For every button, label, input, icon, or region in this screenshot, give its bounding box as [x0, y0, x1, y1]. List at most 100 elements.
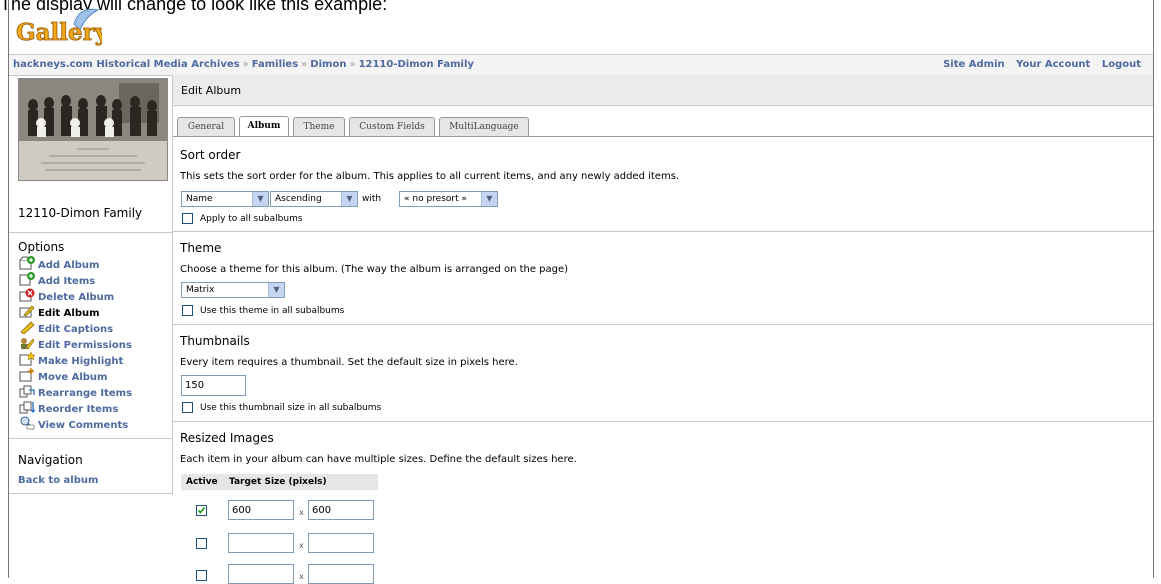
chevron-down-icon: ▼: [341, 192, 357, 206]
rearrange-items-icon: [19, 384, 35, 398]
times-label: x: [299, 541, 304, 550]
sidebar-item-move-album[interactable]: Move Album: [19, 368, 107, 384]
apply-theme-subalbums-label: Use this theme in all subalbums: [200, 306, 345, 316]
gallery-logo[interactable]: Gallery: [14, 6, 109, 50]
sidebar-divider: [9, 232, 173, 233]
breadcrumb-link-families[interactable]: Families: [252, 59, 298, 70]
breadcrumb-link-dimon[interactable]: Dimon: [310, 59, 346, 70]
presort-select[interactable]: « no presort » ▼: [399, 191, 498, 207]
sidebar-item-label: View Comments: [38, 420, 129, 431]
sidebar-item-label: Rearrange Items: [38, 388, 133, 399]
sidebar-item-edit-permissions[interactable]: Edit Permissions: [19, 336, 132, 352]
tab-underline: [173, 136, 1153, 137]
add-items-icon: [19, 272, 35, 286]
breadcrumb-separator: »: [242, 59, 249, 70]
options-heading: Options: [18, 240, 65, 254]
sidebar-item-edit-album[interactable]: Edit Album: [19, 304, 100, 320]
theme-description: Choose a theme for this album. (The way …: [180, 264, 569, 275]
breadcrumb-separator: »: [349, 59, 356, 70]
add-album-icon: [19, 256, 35, 270]
sidebar-item-add-album[interactable]: Add Album: [19, 256, 99, 272]
sidebar-item-make-highlight[interactable]: Make Highlight: [19, 352, 123, 368]
sort-order-description: This sets the sort order for the album. …: [180, 171, 680, 182]
chevron-down-icon: ▼: [481, 192, 497, 206]
resize-active-checkbox[interactable]: [196, 538, 207, 549]
resized-images-description: Each item in your album can have multipl…: [180, 454, 577, 465]
breadcrumb: hackneys.com Historical Media Archives» F…: [13, 59, 474, 70]
album-thumbnail[interactable]: [18, 78, 168, 181]
sidebar-item-label: Add Items: [38, 276, 96, 287]
resize-height-input[interactable]: 600: [308, 500, 374, 520]
sidebar: 12110-Dimon Family Options Add Album Add…: [9, 75, 173, 495]
resize-height-input[interactable]: [308, 533, 374, 553]
sidebar-divider: [9, 493, 173, 494]
thumbnails-description: Every item requires a thumbnail. Set the…: [180, 357, 518, 368]
top-links: Site Admin Your Account Logout: [935, 59, 1141, 70]
column-target-size: Target Size (pixels): [229, 477, 327, 487]
times-label: x: [299, 572, 304, 581]
chevron-down-icon: ▼: [268, 283, 284, 297]
sidebar-item-view-comments[interactable]: View Comments: [19, 416, 128, 432]
sidebar-item-label: Add Album: [38, 260, 100, 271]
presort-value: « no presort »: [404, 194, 467, 204]
svg-text:Gallery: Gallery: [16, 19, 102, 46]
sidebar-item-add-items[interactable]: Add Items: [19, 272, 95, 288]
reorder-items-icon: [19, 400, 35, 414]
resize-width-input[interactable]: [228, 533, 294, 553]
chevron-down-icon: ▼: [252, 192, 268, 206]
sort-order-title: Sort order: [180, 148, 241, 162]
sidebar-divider: [9, 438, 173, 439]
back-to-album-link[interactable]: Back to album: [18, 475, 98, 486]
resize-height-input[interactable]: [308, 564, 374, 584]
logout-link[interactable]: Logout: [1102, 59, 1141, 70]
resize-width-input[interactable]: 600: [228, 500, 294, 520]
resize-active-checkbox[interactable]: [196, 570, 207, 581]
sidebar-item-reorder-items[interactable]: Reorder Items: [19, 400, 118, 416]
sort-direction-select[interactable]: Ascending ▼: [270, 191, 358, 207]
sidebar-item-label: Edit Album: [38, 308, 100, 319]
sort-direction-value: Ascending: [275, 194, 322, 204]
breadcrumb-link-home[interactable]: hackneys.com Historical Media Archives: [13, 59, 240, 70]
section-divider: [173, 324, 1153, 325]
sidebar-item-label: Delete Album: [38, 292, 115, 303]
checkmark-icon: [197, 507, 206, 514]
tab-general[interactable]: General: [177, 117, 235, 136]
make-highlight-icon: [19, 352, 35, 366]
sidebar-item-rearrange-items[interactable]: Rearrange Items: [19, 384, 132, 400]
apply-theme-subalbums-checkbox[interactable]: [182, 305, 193, 316]
tab-multilanguage[interactable]: MultiLanguage: [439, 117, 529, 136]
theme-value: Matrix: [186, 285, 215, 295]
theme-title: Theme: [180, 241, 222, 255]
tab-theme[interactable]: Theme: [293, 117, 345, 136]
breadcrumb-separator: »: [301, 59, 308, 70]
sidebar-item-label: Reorder Items: [38, 404, 119, 415]
page-title: Edit Album: [181, 84, 242, 97]
sidebar-item-label: Edit Permissions: [38, 340, 132, 351]
theme-select[interactable]: Matrix ▼: [181, 282, 285, 298]
site-admin-link[interactable]: Site Admin: [943, 59, 1005, 70]
breadcrumb-link-album[interactable]: 12110-Dimon Family: [359, 59, 474, 70]
edit-captions-icon: [19, 320, 35, 334]
apply-sort-subalbums-label: Apply to all subalbums: [200, 214, 303, 224]
sidebar-item-label: Edit Captions: [38, 324, 114, 335]
section-divider: [173, 231, 1153, 232]
thumbnail-size-input[interactable]: 150: [181, 375, 246, 396]
resize-width-input[interactable]: [228, 564, 294, 584]
resized-images-title: Resized Images: [180, 431, 274, 445]
with-label: with: [362, 194, 382, 204]
sidebar-item-edit-captions[interactable]: Edit Captions: [19, 320, 113, 336]
your-account-link[interactable]: Your Account: [1016, 59, 1090, 70]
edit-album-icon: [19, 304, 35, 318]
thumbnails-title: Thumbnails: [180, 334, 250, 348]
sidebar-item-delete-album[interactable]: Delete Album: [19, 288, 114, 304]
tab-album[interactable]: Album: [239, 116, 289, 137]
tab-custom-fields[interactable]: Custom Fields: [349, 117, 435, 136]
delete-album-icon: [19, 288, 35, 302]
apply-sort-subalbums-checkbox[interactable]: [182, 213, 193, 224]
sort-by-select[interactable]: Name ▼: [181, 191, 269, 207]
edit-album-header: Edit Album: [173, 75, 1153, 106]
resize-active-checkbox[interactable]: [196, 505, 207, 516]
table-header: Active Target Size (pixels): [181, 474, 378, 490]
apply-thumbnail-subalbums-checkbox[interactable]: [182, 402, 193, 413]
times-label: x: [299, 508, 304, 517]
